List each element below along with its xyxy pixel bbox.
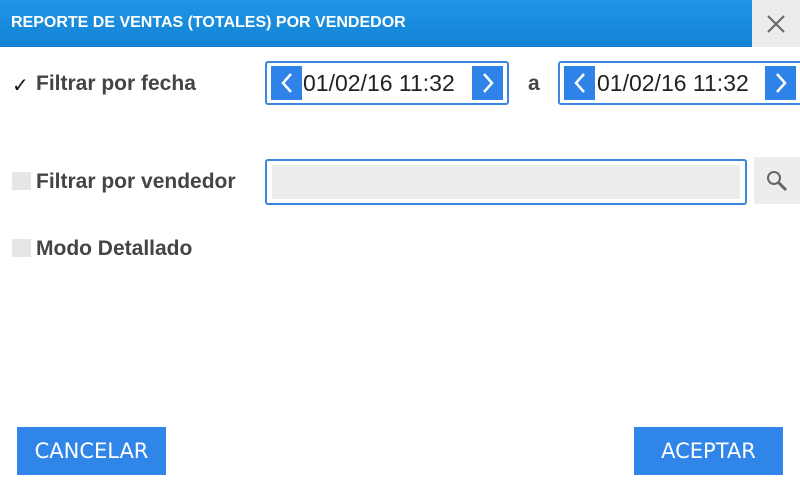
cancel-button[interactable]: CANCELAR bbox=[17, 427, 166, 475]
detailed-mode-checkbox[interactable] bbox=[12, 239, 31, 257]
date-filter-checkbox[interactable]: ✓ bbox=[12, 73, 29, 98]
chevron-right-icon bbox=[775, 73, 787, 93]
chevron-left-icon bbox=[573, 73, 585, 93]
detailed-mode-label: Modo Detallado bbox=[36, 237, 193, 260]
date-to-prev-button[interactable] bbox=[564, 66, 595, 100]
date-from-next-button[interactable] bbox=[472, 66, 503, 100]
vendor-input[interactable] bbox=[272, 165, 740, 199]
vendor-field[interactable] bbox=[265, 159, 747, 205]
date-to-picker[interactable]: 01/02/16 11:32 bbox=[558, 61, 800, 105]
vendor-filter-checkbox[interactable] bbox=[12, 172, 31, 190]
dialog-title-bar: REPORTE DE VENTAS (TOTALES) POR VENDEDOR bbox=[0, 0, 752, 47]
vendor-search-button[interactable] bbox=[754, 157, 800, 204]
date-from-picker[interactable]: 01/02/16 11:32 bbox=[265, 61, 509, 105]
accept-button[interactable]: ACEPTAR bbox=[634, 427, 783, 475]
chevron-right-icon bbox=[482, 73, 494, 93]
date-to-value[interactable]: 01/02/16 11:32 bbox=[597, 70, 749, 97]
date-filter-label: Filtrar por fecha bbox=[36, 72, 196, 95]
date-from-prev-button[interactable] bbox=[271, 66, 302, 100]
date-from-value[interactable]: 01/02/16 11:32 bbox=[303, 70, 455, 97]
vendor-filter-label: Filtrar por vendedor bbox=[36, 170, 236, 193]
close-button[interactable] bbox=[752, 0, 800, 47]
date-range-separator: a bbox=[528, 72, 540, 95]
date-to-next-button[interactable] bbox=[765, 66, 796, 100]
close-icon bbox=[767, 14, 785, 33]
search-icon bbox=[767, 170, 788, 191]
dialog-title: REPORTE DE VENTAS (TOTALES) POR VENDEDOR bbox=[11, 14, 406, 31]
chevron-left-icon bbox=[280, 73, 292, 93]
